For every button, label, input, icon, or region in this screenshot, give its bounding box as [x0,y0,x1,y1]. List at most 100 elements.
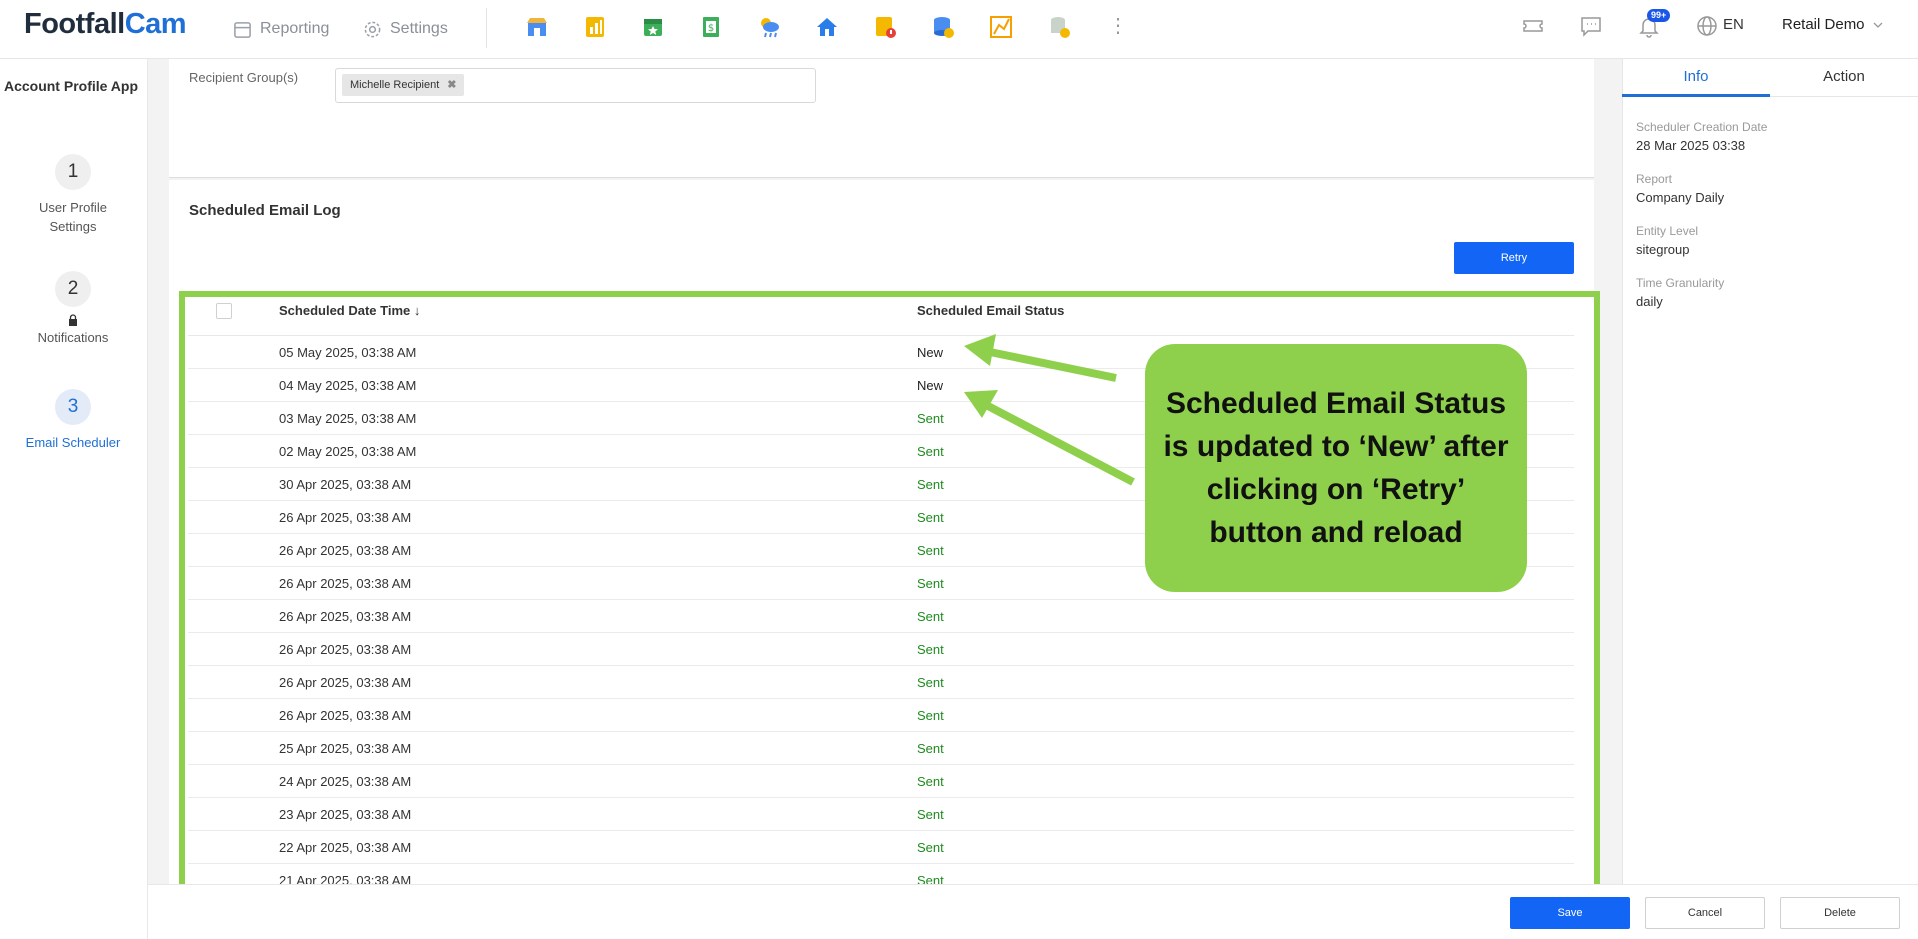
scheduled-datetime-cell: 24 Apr 2025, 03:38 AM [279,774,412,789]
home-app-icon[interactable] [815,14,839,40]
step-number: 1 [55,154,91,190]
email-log-title: Scheduled Email Log [189,202,341,219]
sidebar-title: Account Profile App [3,78,139,94]
email-status-cell: Sent [917,576,944,591]
time-granularity-label: Time Granularity [1636,276,1725,290]
entity-level-value: sitegroup [1636,242,1690,257]
remove-chip-icon[interactable]: ✖ [447,74,456,96]
recipient-group-field[interactable]: Michelle Recipient ✖ [335,68,816,103]
email-status-cell: Sent [917,543,944,558]
top-bar: FootfallCam Reporting Settings $ ⋮ 99+ E… [0,0,1918,59]
table-row[interactable]: 25 Apr 2025, 03:38 AM Sent [188,732,1574,765]
step-label: Notifications [37,330,109,345]
email-status-cell: Sent [917,840,944,855]
step-email-scheduler[interactable]: 3 Email Scheduler [0,389,146,452]
email-status-cell: Sent [917,609,944,624]
chevron-down-icon [1873,22,1882,28]
ticket-icon[interactable] [1521,14,1545,38]
scheduled-datetime-cell: 03 May 2025, 03:38 AM [279,411,417,426]
scheduled-datetime-cell: 04 May 2025, 03:38 AM [279,378,417,393]
store-app-icon[interactable] [525,14,549,40]
gear-icon [364,21,381,37]
scheduled-datetime-cell: 26 Apr 2025, 03:38 AM [279,609,412,624]
scheduled-datetime-cell: 22 Apr 2025, 03:38 AM [279,840,412,855]
recipient-chip: Michelle Recipient ✖ [342,74,465,96]
step-user-profile-settings[interactable]: 1 User Profile Settings [0,154,146,236]
email-status-cell: Sent [917,741,944,756]
table-row[interactable]: 22 Apr 2025, 03:38 AM Sent [188,831,1574,864]
nav-settings-label: Settings [390,20,448,37]
calendar-app-icon[interactable] [641,14,665,40]
recipient-group-label: Recipient Group(s) [189,70,299,85]
step-sidebar: Account Profile App 1 User Profile Setti… [0,59,148,939]
email-status-cell: Sent [917,708,944,723]
tab-info[interactable]: Info [1622,59,1770,97]
scheduled-datetime-cell: 25 Apr 2025, 03:38 AM [279,741,412,756]
column-header-datetime[interactable]: Scheduled Date Time ↓ [279,303,420,318]
nav-reporting[interactable]: Reporting [233,17,329,41]
table-row[interactable]: 26 Apr 2025, 03:38 AM Sent [188,699,1574,732]
globe-icon[interactable] [1695,14,1719,38]
more-apps-icon[interactable]: ⋮ [1108,16,1128,36]
entity-level-label: Entity Level [1636,224,1699,238]
table-row[interactable]: 26 Apr 2025, 03:38 AM Sent [188,633,1574,666]
scheduled-datetime-cell: 26 Apr 2025, 03:38 AM [279,510,412,525]
scheduled-datetime-cell: 26 Apr 2025, 03:38 AM [279,576,412,591]
scheduled-datetime-cell: 02 May 2025, 03:38 AM [279,444,417,459]
user-menu[interactable]: Retail Demo [1782,16,1883,33]
step-notifications[interactable]: 2 Notifications [0,271,146,347]
creation-date-value: 28 Mar 2025 03:38 [1636,138,1746,153]
table-header: Scheduled Date Time ↓ Scheduled Email St… [188,293,1574,336]
user-name: Retail Demo [1782,16,1865,33]
select-all-checkbox[interactable] [216,303,232,319]
chat-icon[interactable] [1579,14,1603,38]
svg-text:$: $ [708,23,714,34]
calendar-icon [234,21,251,38]
scheduled-datetime-cell: 26 Apr 2025, 03:38 AM [279,708,412,723]
cancel-button[interactable]: Cancel [1645,897,1765,929]
nav-divider [486,8,487,48]
annotation-callout: Scheduled Email Status is updated to ‘Ne… [1145,344,1527,592]
table-row[interactable]: 24 Apr 2025, 03:38 AM Sent [188,765,1574,798]
scheduled-datetime-cell: 26 Apr 2025, 03:38 AM [279,675,412,690]
retry-button[interactable]: Retry [1454,242,1574,274]
step-label: User Profile Settings [39,200,107,234]
email-status-cell: Sent [917,807,944,822]
report-label: Report [1636,172,1673,186]
footfallcam-logo[interactable]: FootfallCam [24,8,187,41]
path-app-icon[interactable] [989,14,1013,40]
table-row[interactable]: 26 Apr 2025, 03:38 AM Sent [188,666,1574,699]
report-value: Company Daily [1636,190,1725,205]
step-label: Email Scheduler [25,435,121,450]
column-header-status: Scheduled Email Status [917,303,1065,318]
scheduled-datetime-cell: 05 May 2025, 03:38 AM [279,345,417,360]
nav-settings[interactable]: Settings [363,17,448,41]
email-status-cell: Sent [917,642,944,657]
scheduled-datetime-cell: 26 Apr 2025, 03:38 AM [279,642,412,657]
email-status-cell: Sent [917,444,944,459]
table-row[interactable]: 26 Apr 2025, 03:38 AM Sent [188,600,1574,633]
chart-app-icon[interactable] [583,14,607,40]
email-status-cell: New [917,378,944,393]
scheduled-datetime-cell: 30 Apr 2025, 03:38 AM [279,477,412,492]
data-app-icon[interactable] [1047,14,1071,40]
email-status-cell: New [917,345,944,360]
save-button[interactable]: Save [1510,897,1630,929]
table-row[interactable]: 23 Apr 2025, 03:38 AM Sent [188,798,1574,831]
alert-app-icon[interactable] [873,14,897,40]
nav-reporting-label: Reporting [260,20,330,37]
step-number: 3 [55,389,91,425]
notification-badge: 99+ [1647,9,1671,22]
scheduled-datetime-cell: 23 Apr 2025, 03:38 AM [279,807,412,822]
language-selector[interactable]: EN [1723,16,1744,33]
scheduled-datetime-cell: 26 Apr 2025, 03:38 AM [279,543,412,558]
weather-app-icon[interactable] [757,14,781,40]
database-app-icon[interactable] [931,14,955,40]
email-status-cell: Sent [917,411,944,426]
sales-app-icon[interactable]: $ [699,14,723,40]
tab-action[interactable]: Action [1770,59,1918,97]
delete-button[interactable]: Delete [1780,897,1900,929]
email-status-cell: Sent [917,477,944,492]
recipient-chip-label: Michelle Recipient [350,79,440,91]
creation-date-label: Scheduler Creation Date [1636,120,1768,134]
